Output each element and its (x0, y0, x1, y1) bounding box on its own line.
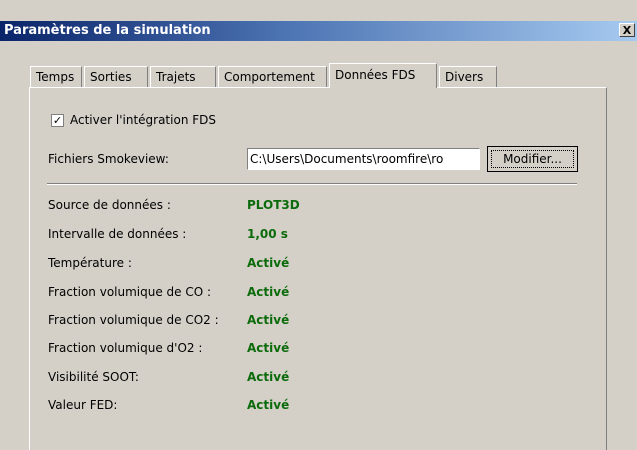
info-label-temperature: Température : (48, 256, 132, 270)
info-label-co: Fraction volumique de CO : (48, 285, 212, 299)
tab-comportement[interactable]: Comportement (218, 66, 327, 87)
tab-trajets[interactable]: Trajets (150, 66, 216, 87)
close-button[interactable]: X (619, 23, 635, 37)
enable-fds-label[interactable]: Activer l'intégration FDS (70, 113, 216, 127)
info-value-source: PLOT3D (247, 198, 300, 212)
info-value-soot: Activé (247, 370, 290, 384)
info-label-interval: Intervalle de données : (48, 227, 187, 241)
info-value-co: Activé (247, 285, 290, 299)
modify-button[interactable]: Modifier... (487, 146, 578, 172)
info-label-soot: Visibilité SOOT: (48, 370, 139, 384)
info-label-co2: Fraction volumique de CO2 : (48, 313, 219, 327)
info-value-o2: Activé (247, 341, 290, 355)
dialog-window: Paramètres de la simulation X Temps Sort… (0, 0, 637, 450)
info-label-source: Source de données : (48, 198, 171, 212)
info-value-interval: 1,00 s (247, 227, 288, 241)
window-title: Paramètres de la simulation (4, 23, 211, 38)
tab-donnees-fds[interactable]: Données FDS (329, 63, 437, 88)
info-value-co2: Activé (247, 313, 290, 327)
tab-temps[interactable]: Temps (30, 66, 82, 87)
title-bar[interactable]: Paramètres de la simulation X (0, 21, 637, 41)
tab-divers[interactable]: Divers (439, 66, 497, 87)
smokeview-label: Fichiers Smokeview: (48, 152, 169, 166)
tab-sorties[interactable]: Sorties (84, 66, 148, 87)
info-label-o2: Fraction volumique d'O2 : (48, 341, 203, 355)
smokeview-path-field[interactable]: C:\Users\Documents\roomfire\ro (247, 148, 480, 170)
info-label-fed: Valeur FED: (48, 398, 118, 412)
modify-button-label: Modifier... (491, 150, 574, 168)
separator (47, 183, 577, 185)
info-value-fed: Activé (247, 398, 290, 412)
info-value-temperature: Activé (247, 256, 290, 270)
enable-fds-checkbox[interactable]: ✓ (51, 114, 64, 127)
